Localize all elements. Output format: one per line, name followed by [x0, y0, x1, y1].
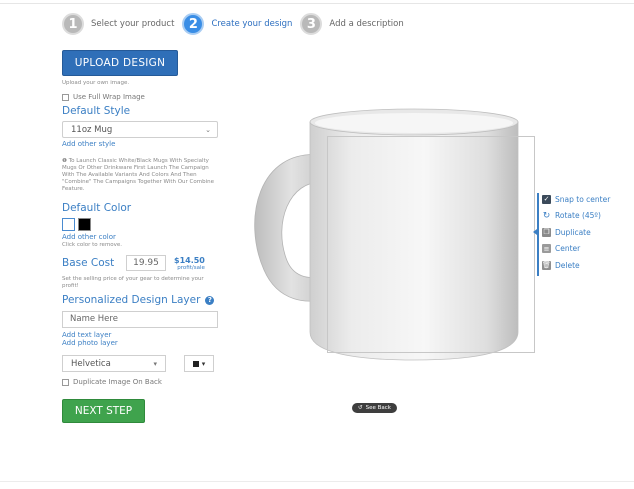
text-color-picker[interactable]: ▾	[184, 355, 214, 372]
upload-hint: Upload your own image.	[62, 80, 130, 86]
center-icon: ≡	[542, 244, 551, 253]
profit-value: $14.50	[174, 255, 205, 265]
add-other-style-link[interactable]: Add other style	[62, 140, 222, 148]
design-area-bounds[interactable]	[327, 136, 535, 353]
duplicate-tool[interactable]: ❐ Duplicate	[542, 226, 610, 238]
next-step-button[interactable]: NEXT STEP	[62, 399, 145, 423]
font-controls-row: Helvetica ▾ ▾	[62, 355, 222, 372]
checkbox-checked-icon: ✓	[542, 194, 551, 204]
add-photo-layer-link[interactable]: Add photo layer	[62, 339, 222, 347]
default-style-title: Default Style	[62, 105, 131, 117]
default-color-title: Default Color	[62, 202, 132, 214]
color-square-icon	[192, 360, 199, 367]
add-other-color-link[interactable]: Add other color	[62, 233, 222, 241]
tools-pointer-arrow	[533, 229, 537, 235]
step-label: Create your design	[211, 19, 293, 29]
step-number: 2	[182, 13, 205, 35]
center-tool[interactable]: ≡ Center	[542, 243, 610, 255]
style-select-value: 11oz Mug	[71, 124, 113, 135]
full-wrap-label: Use Full Wrap Image	[73, 93, 145, 101]
step-select-product[interactable]: 1 Select your product	[62, 13, 174, 35]
add-text-layer-link[interactable]: Add text layer	[62, 331, 222, 339]
personalized-layer-title: Personalized Design Layer	[62, 294, 201, 306]
color-swatches	[62, 218, 222, 231]
mug-inner	[315, 113, 513, 133]
see-back-button[interactable]: ↺ See Back	[352, 403, 397, 413]
style-select[interactable]: 11oz Mug ⌄	[62, 121, 218, 138]
base-cost-label: Base Cost	[62, 257, 115, 269]
see-back-label: See Back	[365, 405, 391, 411]
full-wrap-checkbox-row[interactable]: Use Full Wrap Image	[62, 93, 222, 101]
info-icon: ❶	[62, 158, 67, 164]
snap-to-center-tool[interactable]: ✓ Snap to center	[542, 193, 610, 205]
step-label: Add a description	[329, 19, 404, 29]
bottom-divider	[0, 481, 634, 482]
full-wrap-checkbox[interactable]	[62, 93, 69, 101]
profit-display: $14.50 profit/sale	[174, 256, 205, 271]
upload-design-button[interactable]: UPLOAD DESIGN	[62, 50, 178, 76]
color-swatch-black[interactable]	[78, 218, 91, 231]
duplicate-back-checkbox-row[interactable]: Duplicate Image On Back	[62, 378, 222, 386]
step-number: 1	[62, 13, 84, 35]
step-progress: 1 Select your product 2 Create your desi…	[62, 12, 412, 36]
font-select-value: Helvetica	[71, 358, 111, 369]
step-number: 3	[300, 13, 323, 35]
tool-label: Duplicate	[555, 227, 591, 237]
tool-label: Rotate (45º)	[555, 211, 601, 220]
chevron-down-icon: ⌄	[205, 125, 211, 134]
help-icon[interactable]: ?	[205, 295, 215, 305]
rotate-icon: ↻	[542, 210, 551, 221]
duplicate-back-checkbox[interactable]	[62, 378, 69, 386]
info-text: To Launch Classic White/Black Mugs With …	[62, 158, 214, 192]
step-add-description[interactable]: 3 Add a description	[300, 13, 404, 35]
font-select[interactable]: Helvetica ▾	[62, 355, 166, 372]
duplicate-icon: ❐	[542, 227, 551, 237]
flip-icon: ↺	[358, 405, 363, 411]
tool-label: Snap to center	[555, 194, 611, 204]
base-cost-row: Base Cost 19.95 $14.50 profit/sale	[62, 255, 222, 271]
delete-tool[interactable]: 🗑 Delete	[542, 259, 610, 271]
base-cost-input[interactable]: 19.95	[126, 255, 166, 271]
selling-price-hint: Set the selling price of your gear to de…	[62, 276, 204, 289]
rotate-tool[interactable]: ↻ Rotate (45º)	[542, 210, 610, 222]
profit-label: profit/sale	[177, 264, 205, 271]
top-divider	[0, 0, 634, 4]
color-remove-hint: Click color to remove.	[62, 242, 123, 248]
tool-label: Delete	[555, 260, 580, 270]
step-label: Select your product	[91, 19, 175, 29]
duplicate-back-label: Duplicate Image On Back	[73, 378, 162, 386]
trash-icon: 🗑	[542, 260, 551, 270]
caret-down-icon: ▾	[201, 359, 206, 368]
personalized-layer-heading: Personalized Design Layer ?	[62, 294, 222, 306]
launch-info-text: ❶ To Launch Classic White/Black Mugs Wit…	[62, 158, 217, 193]
step-create-design[interactable]: 2 Create your design	[182, 13, 292, 35]
layer-tools-panel: ✓ Snap to center ↻ Rotate (45º) ❐ Duplic…	[533, 193, 610, 276]
tool-label: Center	[555, 244, 581, 253]
name-text-input[interactable]: Name Here	[62, 311, 218, 328]
color-swatch-white[interactable]	[62, 218, 75, 231]
design-options-panel: UPLOAD DESIGN Upload your own image. Use…	[62, 50, 222, 423]
caret-down-icon: ▾	[153, 359, 157, 368]
